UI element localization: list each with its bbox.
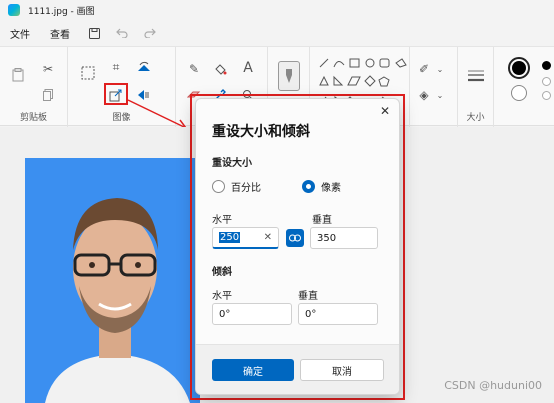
select-icon[interactable] bbox=[80, 65, 96, 81]
outline-icon[interactable]: ✐ bbox=[416, 61, 432, 77]
skew-vertical-label: 垂直 bbox=[298, 291, 318, 302]
rotate-icon[interactable] bbox=[136, 59, 152, 75]
ok-button[interactable]: 确定 bbox=[212, 359, 294, 381]
pencil-icon[interactable]: ✎ bbox=[186, 61, 202, 77]
crop-icon[interactable]: ⌗ bbox=[108, 59, 124, 75]
palette-white-swatch[interactable] bbox=[542, 77, 551, 86]
radio-pixels-label: 像素 bbox=[321, 183, 341, 194]
cut-icon[interactable]: ✂ bbox=[40, 61, 56, 77]
dialog-title: 重设大小和倾斜 bbox=[212, 124, 310, 140]
brush-icon[interactable] bbox=[278, 61, 300, 91]
resize-section-title: 重设大小 bbox=[212, 158, 252, 169]
redo-icon[interactable] bbox=[142, 25, 158, 41]
size-label: 大小 bbox=[466, 113, 485, 123]
resize-skew-dialog: ✕ 重设大小和倾斜 重设大小 百分比 像素 水平 垂直 250 ✕ 350 倾斜… bbox=[195, 98, 400, 395]
fill-icon[interactable] bbox=[212, 61, 228, 77]
palette-black-swatch[interactable] bbox=[542, 61, 551, 70]
vertical-label: 垂直 bbox=[312, 215, 332, 226]
skew-horizontal-label: 水平 bbox=[212, 291, 232, 302]
horizontal-label: 水平 bbox=[212, 215, 232, 226]
clipboard-group: ✂ 剪贴板 bbox=[0, 47, 68, 127]
link-aspect-ratio-icon[interactable] bbox=[286, 229, 304, 247]
outline-fill-group: ✐ ⌄ ◈ ⌄ bbox=[410, 47, 458, 127]
resize-tool-highlight bbox=[104, 83, 128, 105]
outline-dropdown-icon[interactable]: ⌄ bbox=[432, 61, 448, 77]
fill-dropdown-icon[interactable]: ⌄ bbox=[432, 87, 448, 103]
clipboard-label: 剪贴板 bbox=[19, 113, 47, 123]
stroke-size-icon[interactable] bbox=[467, 69, 485, 83]
menu-bar: 文件 查看 bbox=[0, 22, 554, 44]
skew-horizontal-input[interactable]: 0° bbox=[212, 303, 292, 325]
radio-pixels[interactable]: 像素 bbox=[302, 179, 341, 194]
radio-percent[interactable]: 百分比 bbox=[212, 179, 261, 194]
save-icon[interactable] bbox=[86, 25, 102, 41]
palette-white-swatch-2[interactable] bbox=[542, 91, 551, 100]
dialog-footer: 确定 取消 bbox=[196, 344, 399, 394]
title-bar: 1111.jpg - 画图 bbox=[0, 0, 554, 20]
skew-horizontal-value: 0° bbox=[219, 308, 231, 320]
paint-app-icon bbox=[8, 4, 20, 16]
portrait-photo[interactable] bbox=[25, 158, 200, 403]
paste-icon[interactable] bbox=[10, 67, 26, 83]
secondary-color-swatch[interactable] bbox=[511, 85, 527, 101]
cancel-button[interactable]: 取消 bbox=[300, 359, 384, 381]
watermark: CSDN @huduni00 bbox=[444, 379, 542, 392]
close-icon[interactable]: ✕ bbox=[377, 103, 393, 119]
horizontal-value: 250 bbox=[219, 232, 241, 243]
primary-color-fill bbox=[512, 61, 526, 75]
menu-file[interactable]: 文件 bbox=[6, 24, 34, 43]
horizontal-input[interactable]: 250 ✕ bbox=[212, 227, 279, 249]
undo-icon[interactable] bbox=[114, 25, 130, 41]
primary-color-swatch[interactable] bbox=[508, 57, 530, 79]
vertical-value: 350 bbox=[317, 232, 337, 244]
shape-fill-icon[interactable]: ◈ bbox=[416, 87, 432, 103]
radio-percent-label: 百分比 bbox=[231, 183, 261, 194]
window-title: 1111.jpg - 画图 bbox=[28, 6, 95, 17]
menu-view[interactable]: 查看 bbox=[46, 24, 74, 43]
clear-input-icon[interactable]: ✕ bbox=[264, 232, 272, 243]
skew-section-title: 倾斜 bbox=[212, 267, 232, 278]
skew-vertical-value: 0° bbox=[305, 308, 317, 320]
radio-percent-circle[interactable] bbox=[212, 180, 225, 193]
copy-icon[interactable] bbox=[40, 87, 56, 103]
text-icon[interactable]: A bbox=[240, 60, 256, 76]
radio-pixels-circle[interactable] bbox=[302, 180, 315, 193]
colors-group bbox=[494, 47, 554, 127]
skew-vertical-input[interactable]: 0° bbox=[298, 303, 378, 325]
vertical-input[interactable]: 350 bbox=[310, 227, 378, 249]
size-group: 大小 bbox=[458, 47, 494, 127]
